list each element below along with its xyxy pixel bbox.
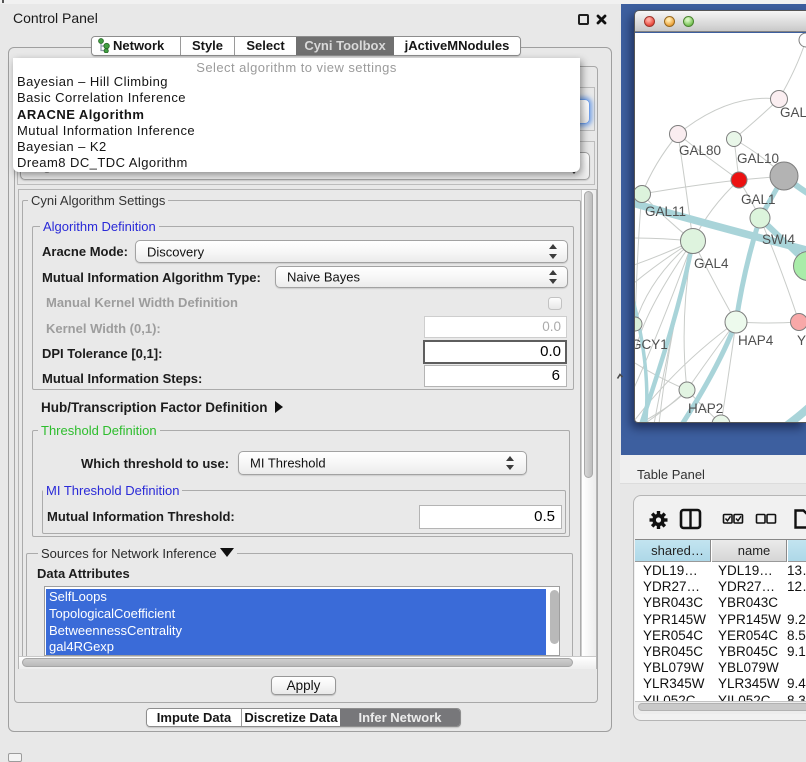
- svg-text:HAP2: HAP2: [688, 401, 723, 416]
- svg-text:GAL10: GAL10: [737, 151, 779, 166]
- svg-text:GAL80: GAL80: [780, 105, 806, 120]
- svg-text:GAL80: GAL80: [679, 143, 721, 158]
- svg-text:GAL1: GAL1: [741, 192, 776, 207]
- svg-text:HAP4: HAP4: [738, 333, 774, 348]
- svg-text:SWI4: SWI4: [762, 232, 795, 247]
- svg-text:GAL11: GAL11: [645, 204, 686, 219]
- svg-text:Y: Y: [797, 333, 806, 348]
- svg-text:GAL4: GAL4: [694, 256, 729, 271]
- svg-text:GCY1: GCY1: [635, 337, 668, 352]
